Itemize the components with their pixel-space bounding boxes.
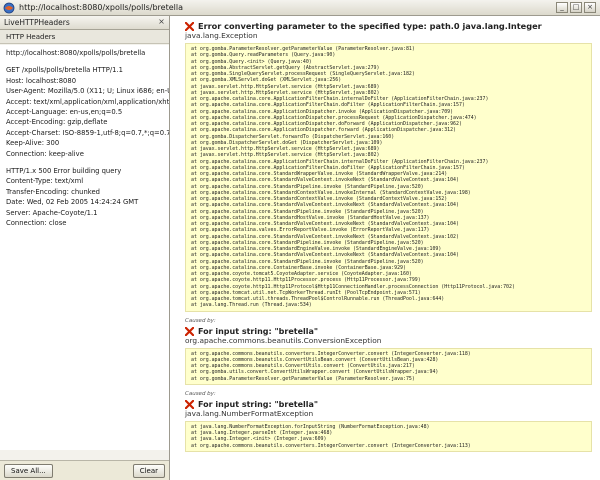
- sidebar-title: LiveHTTPHeaders: [4, 18, 70, 27]
- minimize-button[interactable]: _: [556, 2, 568, 13]
- header-line: Transfer-Encoding: chunked: [6, 187, 100, 196]
- window-controls: _ □ ×: [556, 2, 596, 13]
- header-line: Accept-Language: en-us,en;q=0.5: [6, 108, 123, 117]
- title-bar: http://localhost:8080/xpolls/polls/brete…: [0, 0, 600, 16]
- maximize-button[interactable]: □: [570, 2, 582, 13]
- cause-exception-1: org.apache.commons.beanutils.ConversionE…: [185, 335, 382, 345]
- caused-by-label: Caused by:: [185, 317, 216, 324]
- header-line: Keep-Alive: 300: [6, 139, 60, 148]
- stack-trace-cause-1: at org.apache.commons.beanutils.converte…: [185, 347, 592, 385]
- header-line: User-Agent: Mozilla/5.0 (X11; U; Linux i…: [6, 87, 169, 96]
- error-header: Error converting parameter to the specif…: [185, 21, 592, 31]
- error-page: Error converting parameter to the specif…: [171, 16, 600, 480]
- header-line: Server: Apache-Coyote/1.1: [6, 208, 98, 217]
- cause-header-2: For input string: "bretella": [185, 399, 592, 409]
- close-window-button[interactable]: ×: [584, 2, 596, 13]
- header-line: Connection: close: [6, 219, 67, 228]
- header-line: Date: Wed, 02 Feb 2005 14:24:24 GMT: [6, 198, 139, 207]
- header-line: [6, 58, 169, 65]
- stack-trace-main: at org.gomba.ParameterResolver.getParame…: [185, 43, 592, 312]
- header-line: Host: localhost:8080: [6, 76, 77, 85]
- header-line: Connection: keep-alive: [6, 149, 84, 158]
- clear-button[interactable]: Clear: [132, 463, 165, 478]
- header-line: Content-Type: text/xml: [6, 177, 84, 186]
- stack-frame: at org.gomba.ParameterResolver.getParame…: [191, 375, 415, 382]
- error-title: Error converting parameter to the specif…: [198, 21, 542, 31]
- header-line: GET /xpolls/polls/bretella HTTP/1.1: [6, 66, 123, 75]
- save-all-button[interactable]: Save All...: [4, 463, 53, 478]
- header-line: Accept-Encoding: gzip,deflate: [6, 118, 108, 127]
- header-line: Accept: text/xml,application/xml,applica…: [6, 97, 169, 106]
- headers-log[interactable]: http://localhost:8080/xpolls/polls/brete…: [0, 45, 169, 450]
- header-line: Accept-Charset: ISO-8859-1,utf-8;q=0.7,*…: [6, 128, 169, 137]
- cause-exception-2: java.lang.NumberFormatException: [185, 408, 314, 418]
- header-line: http://localhost:8080/xpolls/polls/brete…: [6, 49, 146, 57]
- stack-frame: at java.lang.Thread.run (Thread.java:534…: [191, 302, 312, 309]
- caused-by-label: Caused by:: [185, 390, 216, 397]
- header-line: HTTP/1.x 500 Error building query: [6, 167, 122, 176]
- stack-frame: at org.apache.commons.beanutils.converte…: [191, 442, 471, 449]
- stack-trace-cause-2: at java.lang.NumberFormatException.forIn…: [185, 420, 592, 452]
- exception-name: java.lang.Exception: [185, 31, 258, 40]
- sidebar-close-icon[interactable]: ×: [157, 18, 166, 27]
- window-title: http://localhost:8080/xpolls/polls/brete…: [19, 3, 183, 12]
- livehttpheaders-sidebar: LiveHTTPHeaders × HTTP Headers http://lo…: [0, 16, 170, 480]
- header-line: [6, 159, 169, 166]
- cause-title-2: For input string: "bretella": [198, 399, 319, 409]
- cause-title-1: For input string: "bretella": [198, 326, 319, 336]
- sidebar-footer: Save All... Clear: [0, 460, 169, 480]
- sidebar-header: LiveHTTPHeaders ×: [0, 16, 169, 30]
- browser-icon: [3, 2, 15, 13]
- error-x-icon: [185, 21, 194, 31]
- error-x-icon: [185, 399, 194, 409]
- error-x-icon: [185, 326, 194, 336]
- cause-header-1: For input string: "bretella": [185, 326, 592, 336]
- browser-window: http://localhost:8080/xpolls/polls/brete…: [0, 0, 600, 480]
- http-headers-tab[interactable]: HTTP Headers: [0, 30, 169, 44]
